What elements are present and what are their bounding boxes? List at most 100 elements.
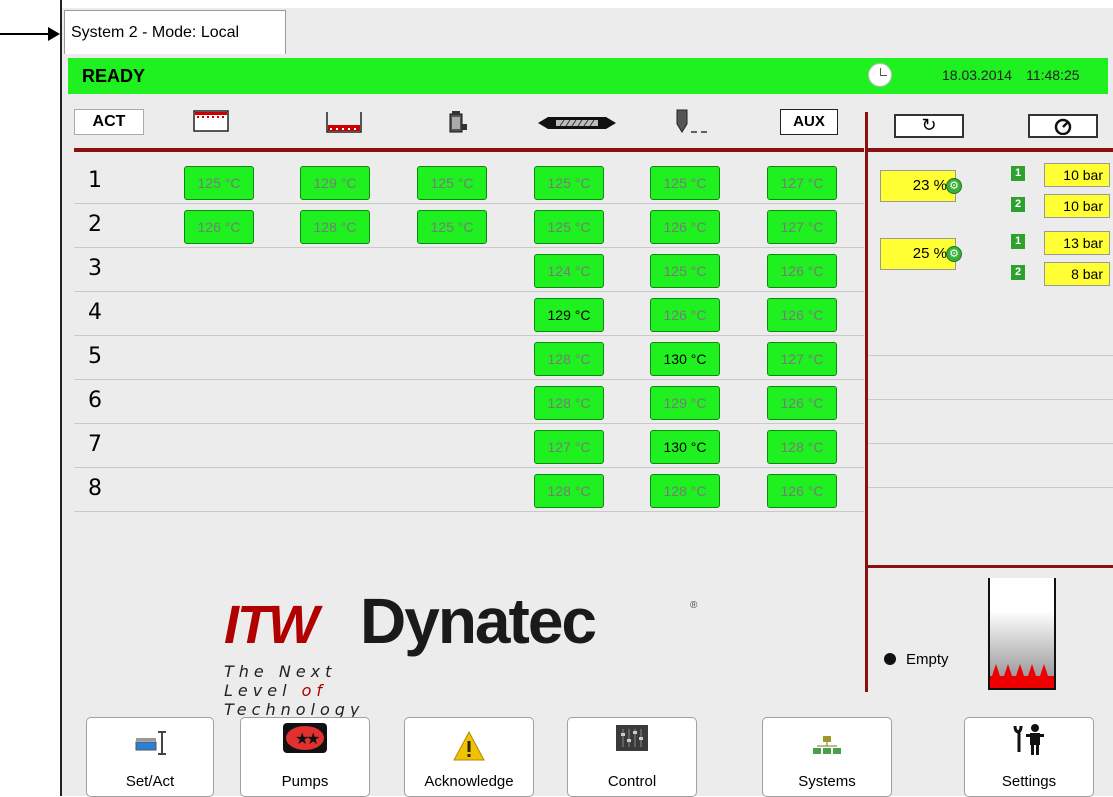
row-number: 8 [88, 476, 102, 501]
temperature-cell[interactable]: 126 °C [767, 298, 837, 332]
hose-icon [538, 117, 616, 129]
hopper-bottom-heat-icon [326, 112, 362, 133]
pumps-icon: ★ ★ [283, 723, 327, 753]
temperature-cell[interactable]: 128 °C [650, 474, 720, 508]
right-row-line [868, 399, 1113, 400]
temperature-cell[interactable]: 129 °C [300, 166, 370, 200]
clock-icon [868, 63, 892, 87]
temperature-cell[interactable]: 130 °C [650, 342, 720, 376]
table-row: 7 127 °C 130 °C 128 °C [74, 424, 864, 468]
logo-itw: ITW [224, 595, 319, 655]
tagline: The Next Level of Technology [224, 662, 364, 719]
tank-level-indicator: Empty [884, 651, 949, 668]
header-divider-right [868, 148, 1113, 152]
table-row: 6 128 °C 129 °C 126 °C [74, 380, 864, 424]
pressure-value[interactable]: 13 bar [1044, 231, 1110, 255]
temperature-cell[interactable]: 125 °C [417, 210, 487, 244]
table-row: 8 128 °C 128 °C 126 °C [74, 468, 864, 512]
temperature-cell[interactable]: 127 °C [767, 166, 837, 200]
tank-divider [868, 565, 1113, 568]
temperature-cell[interactable]: 126 °C [650, 210, 720, 244]
table-row: 1 125 °C 129 °C 125 °C 125 °C 125 °C 127 °C [74, 160, 864, 204]
refresh-button[interactable]: ↻ [894, 114, 964, 138]
status-time: 11:48:25 [1026, 67, 1080, 83]
temperature-cell[interactable]: 127 °C [534, 430, 604, 464]
temperature-cell[interactable]: 125 °C [184, 166, 254, 200]
tagline-part: of [301, 681, 328, 700]
settings-icon [1013, 724, 1044, 755]
gauge-button[interactable] [1028, 114, 1098, 138]
aux-header: AUX [780, 109, 838, 135]
temperature-cell[interactable]: 125 °C [650, 166, 720, 200]
temperature-cell[interactable]: 128 °C [534, 474, 604, 508]
temperature-cell[interactable]: 126 °C [767, 474, 837, 508]
button-label: Set/Act [125, 773, 175, 790]
temperature-cell[interactable]: 130 °C [650, 430, 720, 464]
status-date: 18.03.2014 [942, 67, 1013, 83]
temperature-cell[interactable]: 125 °C [534, 166, 604, 200]
row-number: 4 [88, 300, 102, 325]
tab-system[interactable]: System 2 - Mode: Local [64, 10, 286, 54]
acknowledge-button[interactable]: Acknowledge [404, 717, 534, 797]
row-number: 7 [88, 432, 102, 457]
temperature-cell[interactable]: 125 °C [650, 254, 720, 288]
panel-divider [865, 112, 868, 692]
tank-graphic [988, 578, 1056, 690]
temperature-cell[interactable]: 128 °C [534, 342, 604, 376]
systems-icon [813, 736, 841, 754]
pressure-number: 1 [1011, 234, 1025, 249]
temperature-cell[interactable]: 128 °C [534, 386, 604, 420]
pump-percent[interactable]: 25 % [880, 238, 956, 270]
table-row: 5 128 °C 130 °C 127 °C [74, 336, 864, 380]
temperature-cell[interactable]: 126 °C [184, 210, 254, 244]
pump-percent[interactable]: 23 % [880, 170, 956, 202]
temperature-cell[interactable]: 127 °C [767, 210, 837, 244]
button-label: Systems [798, 773, 856, 790]
tank-level-label: Empty [906, 651, 949, 668]
pump-gear-icon: ⚙ [946, 178, 962, 194]
row-number: 5 [88, 344, 102, 369]
pressure-value[interactable]: 8 bar [1044, 262, 1110, 286]
status-text: READY [82, 66, 146, 86]
table-row: 3 124 °C 125 °C 126 °C [74, 248, 864, 292]
applicator-head-icon [676, 109, 707, 133]
tank-heater-icon [990, 664, 1054, 688]
pressure-number: 1 [1011, 166, 1025, 181]
temperature-cell[interactable]: 129 °C [534, 298, 604, 332]
pump-filter-icon [449, 111, 467, 133]
row-number: 1 [88, 168, 102, 193]
temperature-cell[interactable]: 128 °C [767, 430, 837, 464]
set-act-button[interactable]: Set/Act [86, 717, 214, 797]
temperature-cell[interactable]: 127 °C [767, 342, 837, 376]
button-label: Settings [1001, 773, 1057, 790]
pressure-number: 2 [1011, 265, 1025, 280]
gauge-icon [1054, 118, 1072, 136]
temperature-cell[interactable]: 126 °C [650, 298, 720, 332]
pressure-value[interactable]: 10 bar [1044, 163, 1110, 187]
pointer-arrow [0, 27, 60, 41]
systems-button[interactable]: Systems [762, 717, 892, 797]
temperature-cell[interactable]: 124 °C [534, 254, 604, 288]
status-bar: READY 18.03.2014 11:48:25 [68, 58, 1108, 94]
pumps-button[interactable]: ★ ★ Pumps [240, 717, 370, 797]
row-number: 2 [88, 212, 102, 237]
logo-registered: ® [690, 600, 698, 611]
row-number: 6 [88, 388, 102, 413]
temperature-cell[interactable]: 126 °C [767, 386, 837, 420]
temperature-cell[interactable]: 125 °C [534, 210, 604, 244]
control-icon [616, 725, 648, 751]
temperature-cell[interactable]: 129 °C [650, 386, 720, 420]
svg-text:★: ★ [306, 729, 320, 748]
pressure-number: 2 [1011, 197, 1025, 212]
settings-button[interactable]: Settings [964, 717, 1094, 797]
act-button[interactable]: ACT [74, 109, 144, 135]
temperature-cell[interactable]: 126 °C [767, 254, 837, 288]
pressure-value[interactable]: 10 bar [1044, 194, 1110, 218]
control-button[interactable]: Control [567, 717, 697, 797]
temperature-cell[interactable]: 125 °C [417, 166, 487, 200]
temperature-cell[interactable]: 128 °C [300, 210, 370, 244]
logo-dynatec: Dynatec [360, 585, 597, 657]
datetime: 18.03.2014 11:48:25 [942, 67, 1094, 83]
table-row: 4 129 °C 126 °C 126 °C [74, 292, 864, 336]
button-label: Pumps [281, 773, 329, 790]
